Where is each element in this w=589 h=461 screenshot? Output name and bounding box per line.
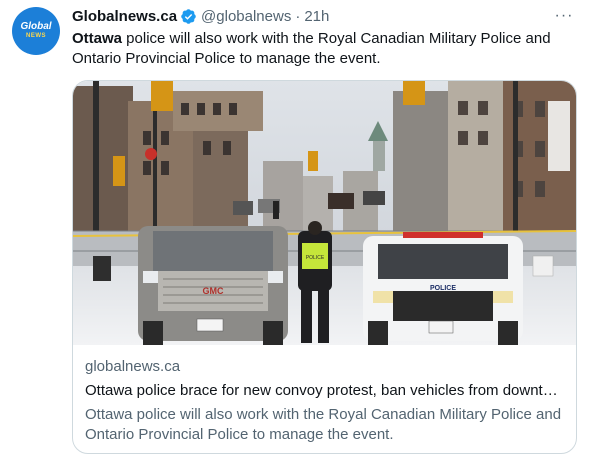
timestamp[interactable]: 21h <box>304 8 329 25</box>
police-vehicle-text: POLICE <box>430 285 456 292</box>
link-card[interactable]: GMC POLICE POLICE globalnews.ca Ottawa p… <box>72 80 577 454</box>
verified-badge-icon <box>181 8 196 24</box>
display-name[interactable]: Globalnews.ca <box>72 8 177 25</box>
card-meta: globalnews.ca Ottawa police brace for ne… <box>85 357 564 445</box>
tweet-header: Globalnews.ca @globalnews · 21h ··· <box>72 6 575 26</box>
tweet-text-bold: Ottawa <box>72 30 123 47</box>
tweet-text-body: police will also work with the Royal Can… <box>72 30 551 67</box>
more-options-icon[interactable]: ··· <box>553 6 575 26</box>
card-title[interactable]: Ottawa police brace for new convoy prote… <box>85 381 564 401</box>
gmc-logo: GMC <box>203 286 224 296</box>
tweet-text: Ottawa police will also work with the Ro… <box>72 29 577 69</box>
separator-dot: · <box>295 7 301 25</box>
avatar-logo-global: Global <box>20 21 52 32</box>
card-domain[interactable]: globalnews.ca <box>85 357 564 377</box>
avatar[interactable]: Global NEWS <box>12 7 60 55</box>
handle[interactable]: @globalnews <box>201 8 291 25</box>
card-description: Ottawa police will also work with the Ro… <box>85 406 562 443</box>
avatar-logo-news: NEWS <box>26 33 46 39</box>
vest-text: POLICE <box>306 255 325 261</box>
card-image[interactable]: GMC POLICE POLICE <box>73 81 576 345</box>
